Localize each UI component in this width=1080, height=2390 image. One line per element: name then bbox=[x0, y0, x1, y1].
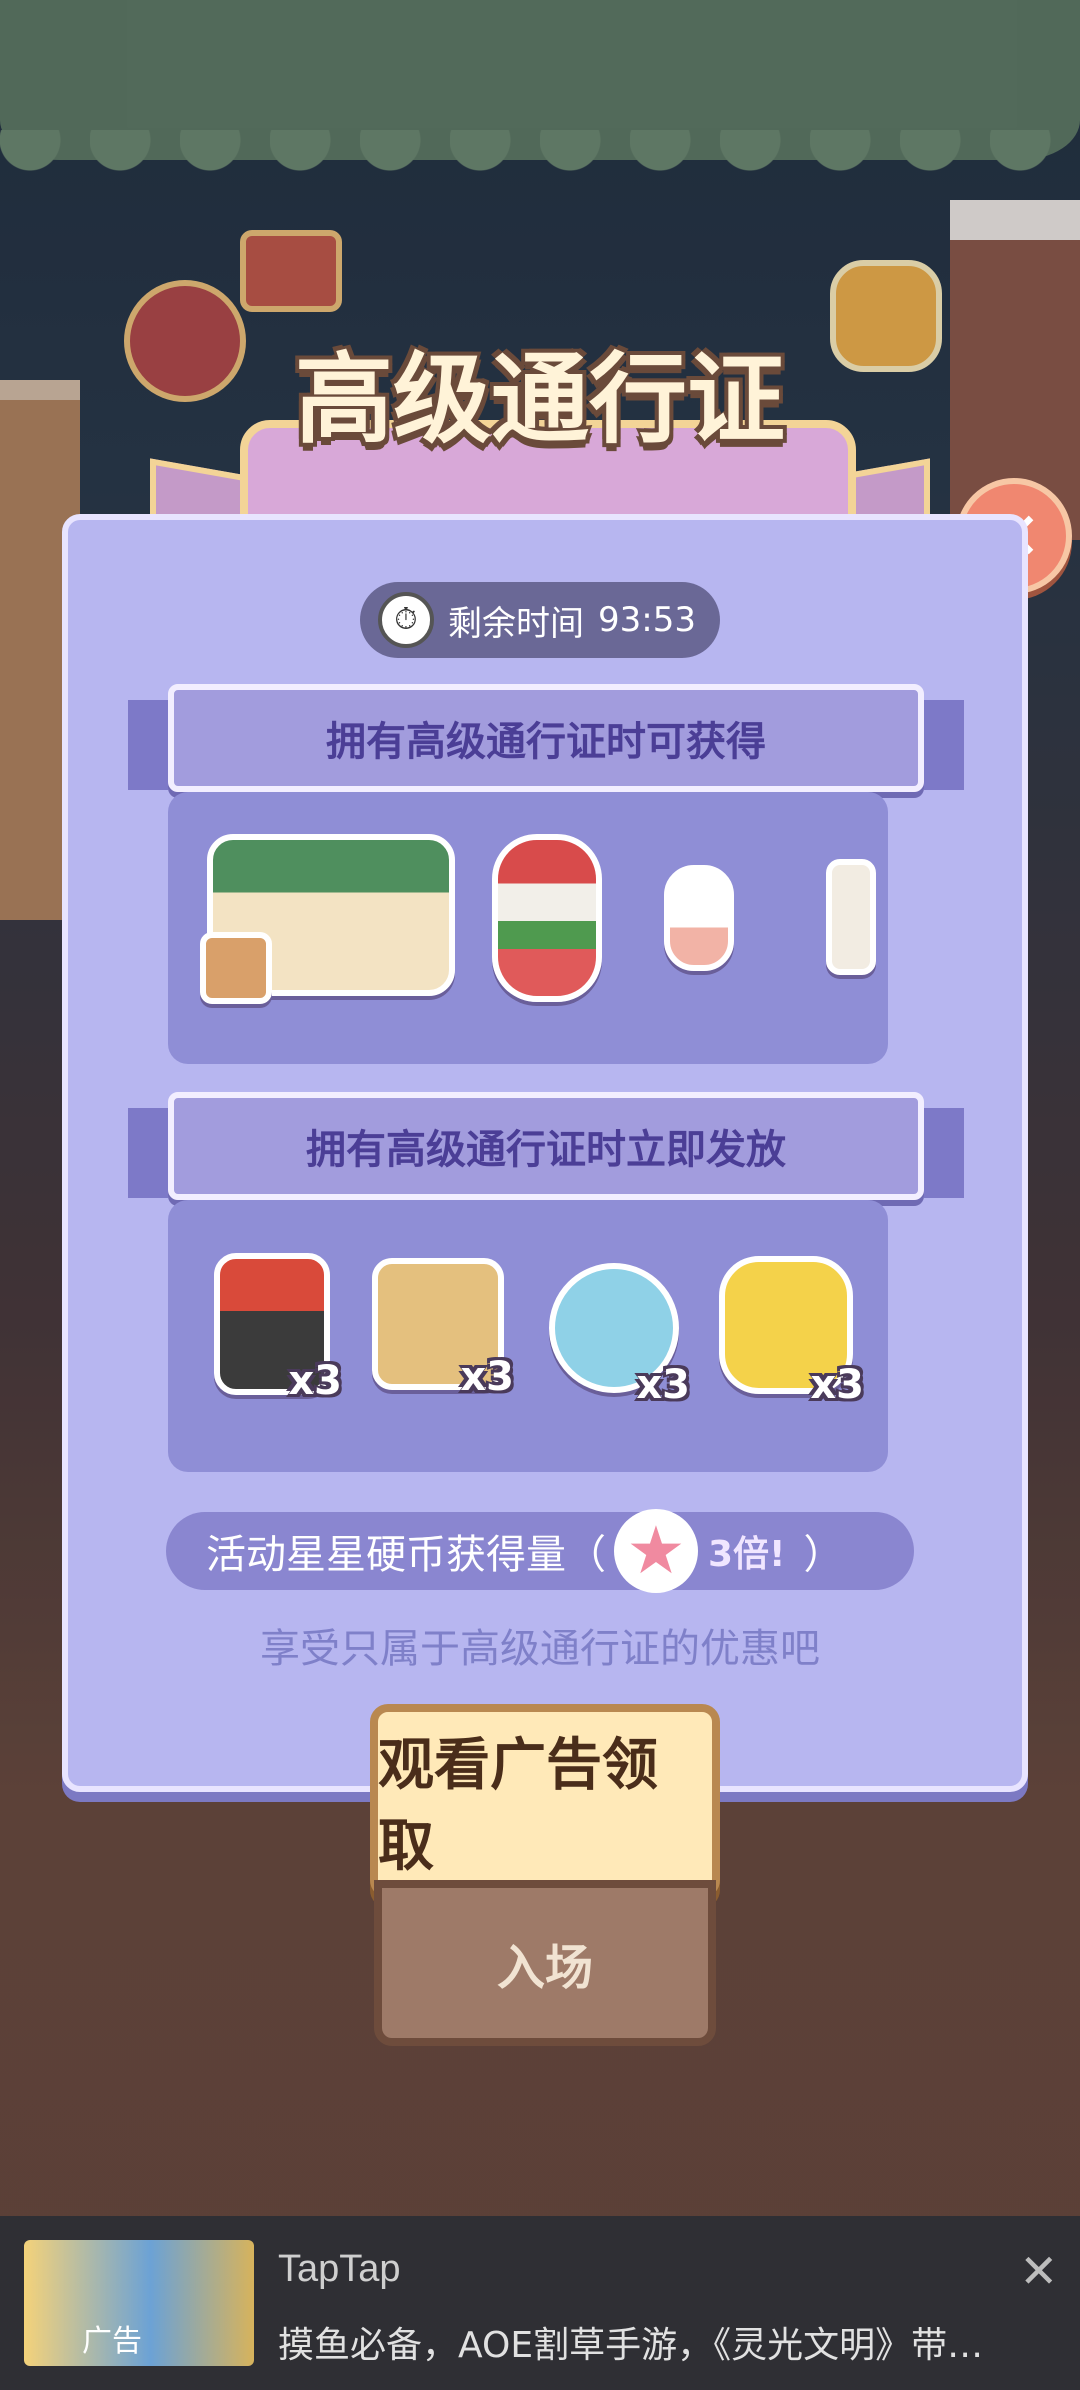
snowman-alpaca-icon bbox=[664, 865, 734, 971]
instant-item-fan[interactable]: x3 bbox=[548, 1258, 690, 1408]
enter-button[interactable]: 入场 bbox=[374, 1880, 716, 2046]
stopwatch-icon: ⏱ bbox=[378, 592, 434, 648]
alpaca-icon bbox=[826, 859, 876, 975]
watch-ad-claim-button[interactable]: 观看广告领取 bbox=[370, 1704, 720, 1898]
ad-label: 广告 bbox=[82, 2324, 142, 2359]
instant-section-label: 拥有高级通行证时立即发放 bbox=[306, 1127, 786, 1173]
ad-thumbnail[interactable]: 广告 bbox=[24, 2240, 254, 2366]
coin-bracket-close: ） bbox=[803, 1532, 844, 1578]
instant-item-camera[interactable]: x3 bbox=[372, 1258, 514, 1400]
instant-item-glove[interactable]: x3 bbox=[718, 1252, 864, 1408]
gain-section-label: 拥有高级通行证时可获得 bbox=[326, 719, 766, 765]
item-qty: x3 bbox=[288, 1358, 342, 1404]
gain-section-title: 拥有高级通行证时可获得 bbox=[128, 684, 964, 792]
santa-alpaca-reward[interactable] bbox=[492, 834, 602, 1002]
item-qty: x3 bbox=[636, 1362, 690, 1408]
ad-close-icon[interactable]: ✕ bbox=[1019, 2244, 1058, 2298]
item-qty: x3 bbox=[810, 1362, 864, 1408]
star-coin-icon: ★ bbox=[614, 1509, 698, 1593]
star-coin-bonus-bar: 活动星星硬币获得量（ ★ 3倍! ） bbox=[166, 1509, 914, 1593]
item-qty: x3 bbox=[460, 1354, 514, 1400]
pass-subtitle: 享受只属于高级通行证的优惠吧 bbox=[260, 1626, 820, 1672]
alpaca-partial-reward[interactable] bbox=[826, 859, 876, 975]
santa-alpaca-icon bbox=[492, 834, 602, 1002]
ad-description[interactable]: 摸鱼必备，AOE割草手游，《灵光文明》带… bbox=[278, 2316, 983, 2368]
coin-multiplier: 3倍! bbox=[708, 1534, 786, 1575]
paint-brush-icon bbox=[196, 928, 276, 1008]
instant-item-soda[interactable]: x3 bbox=[212, 1253, 342, 1404]
ad-title[interactable]: TapTap bbox=[278, 2248, 401, 2291]
enter-label: 入场 bbox=[496, 1940, 593, 1996]
snowman-alpaca-reward[interactable] bbox=[664, 865, 734, 971]
page-title: 高级通行证 bbox=[294, 343, 785, 457]
timer-value: 93:53 bbox=[598, 600, 696, 640]
timer-label: 剩余时间 bbox=[448, 603, 584, 644]
ad-banner[interactable]: 广告 TapTap 摸鱼必备，AOE割草手游，《灵光文明》带… ✕ bbox=[0, 2216, 1080, 2390]
instant-section-title: 拥有高级通行证时立即发放 bbox=[128, 1092, 964, 1200]
coin-bonus-text: 活动星星硬币获得量（ bbox=[206, 1532, 606, 1578]
remaining-time-pill: ⏱ 剩余时间 93:53 bbox=[360, 582, 720, 658]
watch-ad-label: 观看广告领取 bbox=[378, 1733, 658, 1879]
